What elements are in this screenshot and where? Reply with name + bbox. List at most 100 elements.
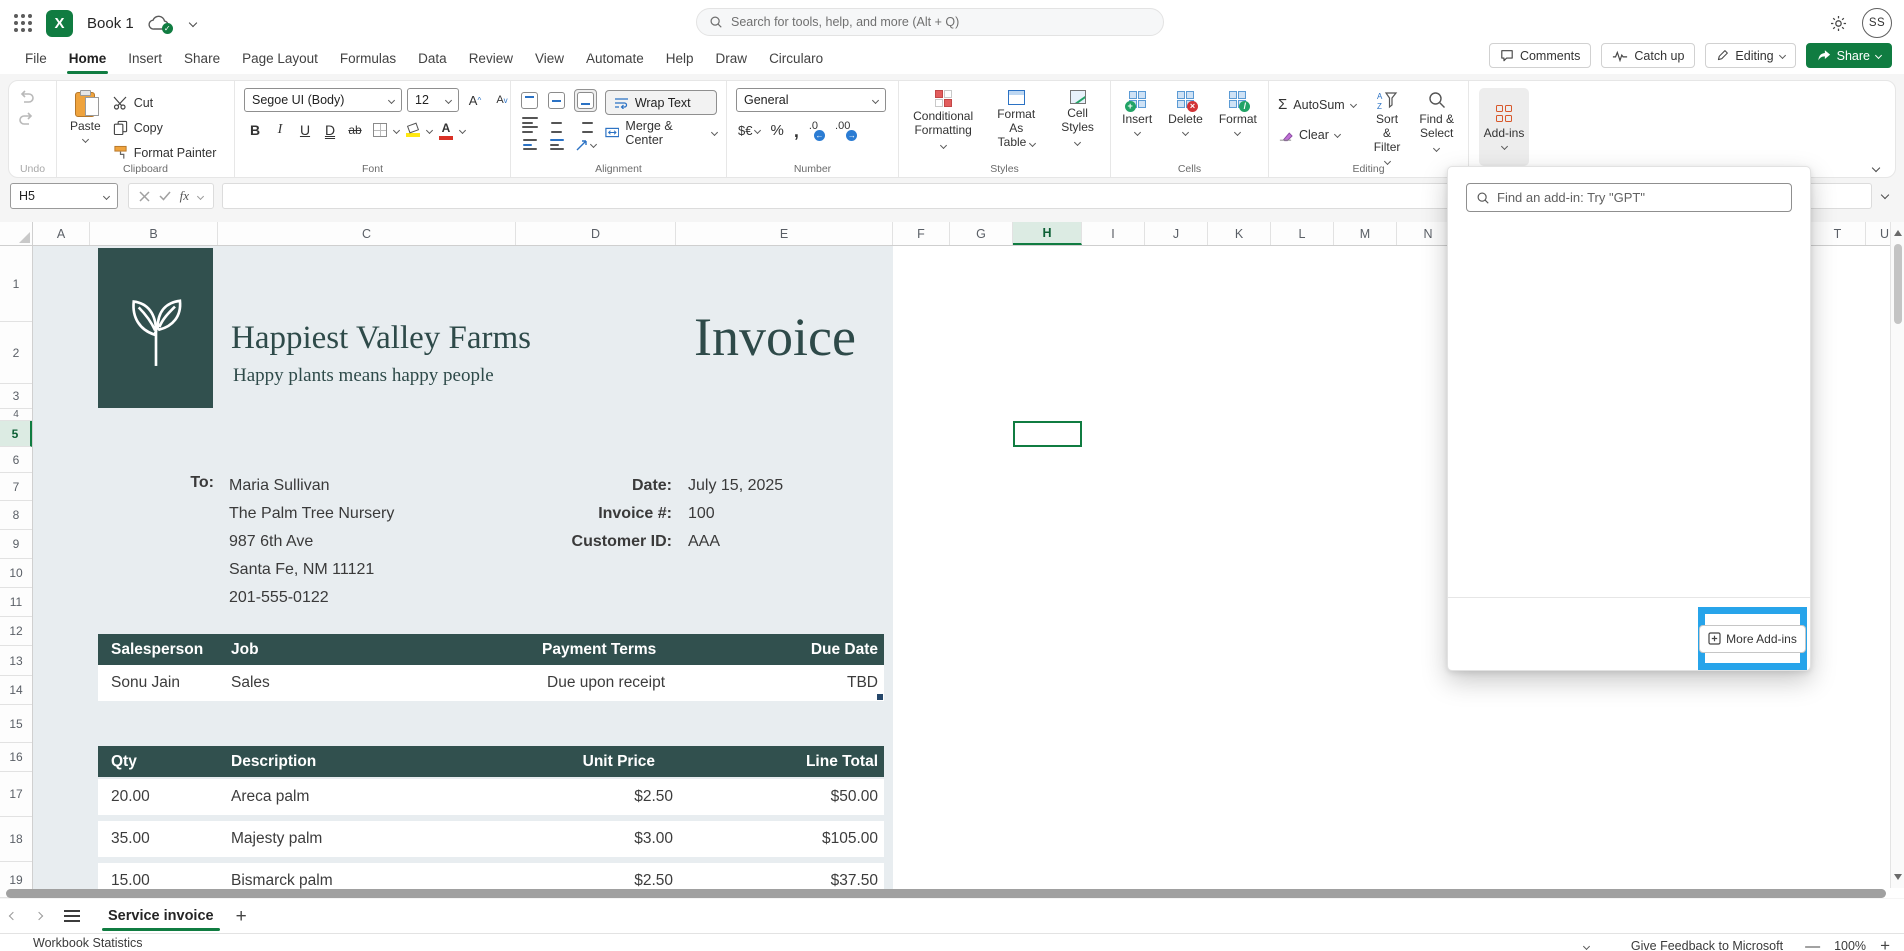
redo-icon[interactable] — [18, 110, 35, 126]
select-all-corner[interactable] — [0, 222, 33, 245]
row-header-10[interactable]: 10 — [0, 559, 32, 588]
row-header-17[interactable]: 17 — [0, 772, 32, 817]
scroll-down-icon[interactable] — [1894, 874, 1902, 880]
job-cell[interactable]: Sales — [231, 665, 270, 701]
all-sheets-menu-icon[interactable] — [64, 910, 80, 921]
increase-decimal-button[interactable]: .00→ — [835, 120, 857, 141]
menu-insert[interactable]: Insert — [117, 46, 173, 74]
wrap-text-button[interactable]: Wrap Text — [605, 90, 717, 115]
recipient-phone[interactable]: 201-555-0122 — [229, 584, 394, 612]
description-header[interactable]: Description — [231, 746, 316, 777]
comma-format-button[interactable]: , — [794, 126, 799, 136]
app-launcher-icon[interactable] — [14, 14, 32, 32]
merge-center-button[interactable]: Merge & Center — [605, 122, 717, 143]
description-cell[interactable]: Areca palm — [231, 779, 309, 815]
company-tagline[interactable]: Happy plants means happy people — [233, 365, 494, 387]
title-chevron-down-icon[interactable] — [188, 19, 196, 27]
salesperson-cell[interactable]: Sonu Jain — [111, 665, 180, 701]
insert-cells-button[interactable]: + Insert — [1118, 88, 1156, 137]
col-header-c[interactable]: C — [218, 222, 516, 245]
due-date-header[interactable]: Due Date — [811, 634, 878, 665]
avatar[interactable]: SS — [1862, 8, 1892, 38]
job-header[interactable]: Job — [231, 634, 259, 665]
scroll-up-icon[interactable] — [1894, 230, 1902, 236]
menu-review[interactable]: Review — [458, 46, 524, 74]
global-search-box[interactable] — [696, 8, 1164, 36]
row-header-13[interactable]: 13 — [0, 646, 32, 676]
line-total-cell[interactable]: $105.00 — [822, 821, 878, 857]
decrease-indent-icon[interactable] — [523, 139, 537, 150]
vertical-scrollbar-thumb[interactable] — [1894, 244, 1902, 324]
col-header-a[interactable]: A — [33, 222, 90, 245]
row-header-6[interactable]: 6 — [0, 447, 32, 473]
col-header-h-selected[interactable]: H — [1013, 222, 1082, 245]
customer-id-value[interactable]: AAA — [688, 528, 720, 556]
font-color-chevron-icon[interactable] — [459, 126, 466, 133]
invoice-meta-block[interactable]: Date:July 15, 2025 Invoice #:100 Custome… — [500, 472, 783, 556]
clear-button[interactable]: Clear — [1278, 124, 1356, 145]
menu-home[interactable]: Home — [58, 46, 118, 74]
format-painter-button[interactable]: Format Painter — [113, 142, 217, 163]
confirm-entry-icon[interactable] — [159, 191, 171, 201]
horizontal-scrollbar-thumb[interactable] — [6, 889, 1886, 898]
autosum-button[interactable]: Σ AutoSum — [1278, 94, 1356, 115]
align-middle-icon[interactable] — [548, 92, 565, 109]
italic-button[interactable]: I — [269, 119, 291, 141]
recipient-name[interactable]: Maria Sullivan — [229, 472, 394, 500]
search-input[interactable] — [731, 15, 1151, 29]
menu-share[interactable]: Share — [173, 46, 231, 74]
menu-help[interactable]: Help — [655, 46, 705, 74]
col-header-f[interactable]: F — [893, 222, 950, 245]
menu-circularo[interactable]: Circularo — [758, 46, 834, 74]
unit-price-cell[interactable]: $2.50 — [634, 779, 673, 815]
currency-format-button[interactable]: $€ — [738, 123, 760, 138]
due-date-cell[interactable]: TBD — [847, 665, 878, 701]
comments-button[interactable]: Comments — [1489, 43, 1591, 68]
sheet-tab-service-invoice[interactable]: Service invoice — [94, 899, 228, 933]
text-orientation-icon[interactable] — [575, 138, 596, 152]
bold-button[interactable]: B — [244, 119, 266, 141]
format-as-table-button[interactable]: Format AsTable — [986, 88, 1046, 151]
col-header-b[interactable]: B — [90, 222, 218, 245]
delete-cells-button[interactable]: × Delete — [1164, 88, 1207, 137]
zoom-in-button[interactable]: + — [1880, 936, 1890, 951]
fill-color-button[interactable] — [402, 119, 424, 141]
salesperson-header[interactable]: Salesperson — [111, 634, 203, 665]
menu-file[interactable]: File — [14, 46, 58, 74]
menu-automate[interactable]: Automate — [575, 46, 655, 74]
invoice-title[interactable]: Invoice — [694, 306, 856, 368]
insert-function-icon[interactable]: fx — [180, 188, 189, 204]
row-header-3[interactable]: 3 — [0, 384, 32, 409]
col-header-i[interactable]: I — [1082, 222, 1145, 245]
item-row-1[interactable]: 20.00 Areca palm $2.50 $50.00 — [98, 779, 884, 815]
row-header-2[interactable]: 2 — [0, 322, 32, 384]
status-chevron-icon[interactable] — [1583, 942, 1590, 949]
align-top-icon[interactable] — [521, 92, 538, 109]
saved-to-cloud-icon[interactable]: ✓ — [148, 15, 170, 31]
add-ins-button[interactable]: Add-ins — [1479, 88, 1529, 166]
more-add-ins-button[interactable]: More Add-ins — [1699, 625, 1806, 653]
menu-view[interactable]: View — [524, 46, 575, 74]
undo-icon[interactable] — [18, 88, 35, 104]
align-left-icon[interactable] — [522, 117, 538, 133]
sales-table-header[interactable]: Salesperson Job Payment Terms Due Date — [98, 634, 884, 665]
align-center-icon[interactable] — [549, 117, 565, 133]
ribbon-collapse-chevron-icon[interactable] — [1872, 164, 1880, 172]
date-value[interactable]: July 15, 2025 — [688, 472, 783, 500]
col-header-m[interactable]: M — [1334, 222, 1397, 245]
double-underline-button[interactable]: D — [319, 119, 341, 141]
row-header-9[interactable]: 9 — [0, 530, 32, 559]
name-box[interactable]: H5 — [10, 183, 118, 209]
menu-draw[interactable]: Draw — [705, 46, 759, 74]
recipient-street[interactable]: 987 6th Ave — [229, 528, 394, 556]
row-header-7[interactable]: 7 — [0, 473, 32, 501]
decrease-decimal-button[interactable]: .0← — [809, 120, 825, 141]
decrease-font-icon[interactable]: Av — [491, 89, 513, 111]
cut-button[interactable]: Cut — [113, 92, 217, 113]
unit-price-cell[interactable]: $3.00 — [634, 821, 673, 857]
row-header-15[interactable]: 15 — [0, 705, 32, 743]
cell-styles-button[interactable]: CellStyles — [1054, 88, 1101, 150]
font-size-select[interactable]: 12 — [407, 88, 459, 112]
to-label[interactable]: To: — [140, 474, 214, 492]
add-sheet-icon[interactable]: + — [236, 907, 247, 926]
